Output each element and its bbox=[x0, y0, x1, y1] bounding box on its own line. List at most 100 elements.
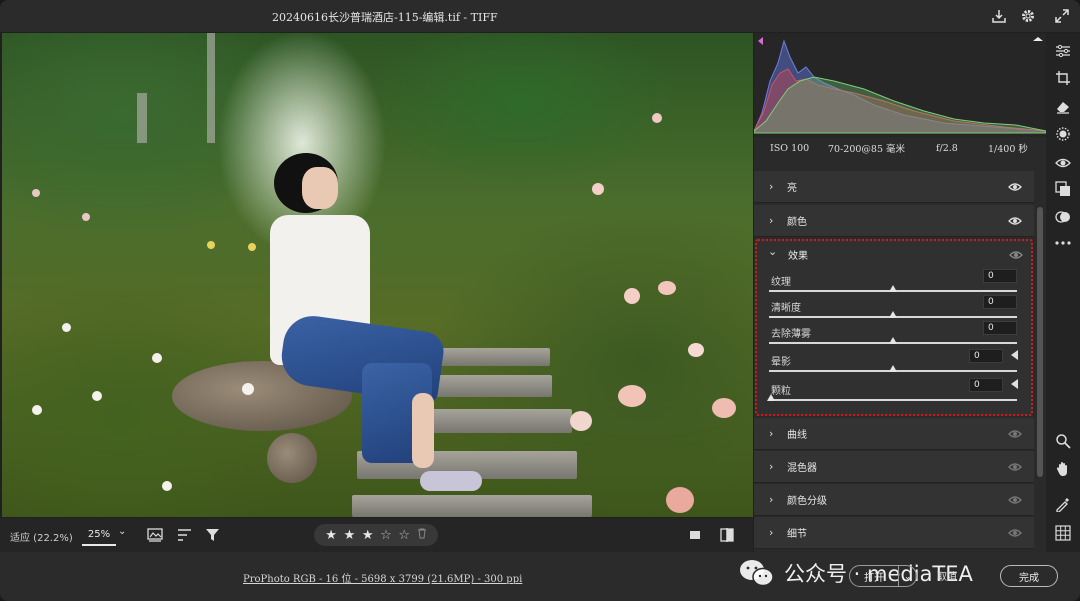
slider-thumb[interactable] bbox=[889, 365, 897, 372]
chevron-right-icon[interactable]: › bbox=[769, 214, 773, 227]
section-label: 效果 bbox=[788, 251, 808, 262]
slider-thumb[interactable] bbox=[889, 337, 897, 344]
gear-icon[interactable] bbox=[1018, 6, 1038, 26]
tree-trunk bbox=[207, 33, 215, 143]
flower bbox=[62, 323, 71, 332]
chevron-down-icon[interactable]: ⌄ bbox=[768, 245, 777, 258]
flower bbox=[152, 353, 162, 363]
expand-icon[interactable] bbox=[1052, 6, 1072, 26]
slider-grain[interactable]: 颗粒 0 bbox=[767, 378, 1021, 408]
eye-icon[interactable] bbox=[1008, 462, 1022, 472]
footer-bar: ProPhoto RGB - 16 位 - 5698 x 3799 (21.6M… bbox=[0, 552, 1080, 601]
scrollbar-thumb[interactable] bbox=[1037, 207, 1043, 477]
section-color[interactable]: › 颜色 bbox=[754, 205, 1034, 237]
edit-sliders-icon[interactable] bbox=[1053, 41, 1073, 61]
slider-dehaze[interactable]: 去除薄雾 0 bbox=[769, 321, 1021, 351]
crop-icon[interactable] bbox=[1053, 68, 1073, 88]
section-mixer[interactable]: › 混色器 bbox=[754, 451, 1034, 483]
snapshots-icon[interactable] bbox=[1053, 207, 1073, 227]
flower bbox=[207, 241, 215, 249]
star-empty-icon[interactable]: ☆ bbox=[398, 528, 410, 543]
slider-value-input[interactable]: 0 bbox=[983, 321, 1017, 335]
section-label: 曲线 bbox=[787, 430, 807, 441]
chevron-right-icon[interactable]: › bbox=[769, 460, 773, 473]
chevron-right-icon[interactable]: › bbox=[769, 427, 773, 440]
done-button[interactable]: 完成 bbox=[1000, 565, 1058, 587]
flower bbox=[592, 183, 604, 195]
exif-lens: 70-200@85 毫米 bbox=[828, 144, 906, 155]
stone-step bbox=[352, 495, 592, 517]
flower bbox=[92, 391, 102, 401]
slider-thumb[interactable] bbox=[889, 285, 897, 292]
raw-editor-window: 20240616长沙普瑞酒店-115-编辑.tif - TIFF 适应 (22.… bbox=[0, 0, 1080, 601]
slider-vignette[interactable]: 晕影 0 bbox=[769, 349, 1021, 379]
slider-value-input[interactable]: 0 bbox=[983, 295, 1017, 309]
zoom-level[interactable]: 25% bbox=[82, 526, 116, 546]
before-after-icon[interactable] bbox=[718, 526, 736, 544]
star-empty-icon[interactable]: ☆ bbox=[380, 528, 392, 543]
star-icon[interactable]: ★ bbox=[325, 528, 337, 543]
eye-icon[interactable] bbox=[1008, 182, 1022, 192]
slider-track[interactable] bbox=[769, 399, 1017, 401]
slider-value-input[interactable]: 0 bbox=[983, 269, 1017, 283]
chevron-right-icon[interactable]: › bbox=[769, 180, 773, 193]
stone-step bbox=[422, 409, 572, 433]
section-detail[interactable]: › 细节 bbox=[754, 517, 1034, 549]
woman-face bbox=[302, 167, 338, 209]
red-eye-icon[interactable] bbox=[1053, 153, 1073, 173]
sort-icon[interactable] bbox=[176, 526, 194, 544]
eye-icon[interactable] bbox=[1009, 250, 1023, 260]
slider-thumb[interactable] bbox=[767, 394, 775, 401]
star-icon[interactable]: ★ bbox=[344, 528, 356, 543]
eye-icon[interactable] bbox=[1008, 495, 1022, 505]
more-icon[interactable] bbox=[1053, 233, 1073, 253]
section-label: 细节 bbox=[787, 529, 807, 540]
slider-label: 去除薄雾 bbox=[771, 329, 811, 340]
slider-value-input[interactable]: 0 bbox=[969, 349, 1003, 363]
woman-shoe bbox=[420, 471, 482, 491]
cancel-button[interactable]: 取消 bbox=[937, 568, 957, 583]
exif-shutter: 1/400 秒 bbox=[988, 144, 1028, 155]
presets-icon[interactable] bbox=[1053, 179, 1073, 199]
eye-icon[interactable] bbox=[1008, 528, 1022, 538]
image-preview-icon[interactable] bbox=[146, 526, 164, 544]
flower bbox=[242, 383, 254, 395]
chevron-right-icon[interactable]: › bbox=[769, 493, 773, 506]
zoom-dropdown-icon[interactable]: ⌄ bbox=[118, 526, 126, 537]
panel-scrollbar[interactable] bbox=[1036, 159, 1044, 552]
save-icon[interactable] bbox=[989, 6, 1009, 26]
section-light[interactable]: › 亮 bbox=[754, 171, 1034, 203]
hand-icon[interactable] bbox=[1053, 459, 1073, 479]
zoom-fit-button[interactable]: 适应 (22.2%) bbox=[10, 529, 73, 544]
stone-step bbox=[432, 375, 552, 397]
expand-triangle-icon[interactable] bbox=[1011, 350, 1018, 360]
section-curve[interactable]: › 曲线 bbox=[754, 418, 1034, 450]
slider-value-input[interactable]: 0 bbox=[969, 378, 1003, 392]
chevron-down-icon[interactable]: ⌄ bbox=[898, 566, 916, 586]
trash-icon[interactable] bbox=[417, 528, 427, 542]
crop-overlay-icon[interactable] bbox=[686, 526, 704, 544]
shadow-clip-icon bbox=[758, 37, 763, 45]
color-sampler-icon[interactable] bbox=[1053, 494, 1073, 514]
eraser-icon[interactable] bbox=[1053, 96, 1073, 116]
histogram bbox=[753, 33, 1047, 137]
open-button-label[interactable]: 打开 bbox=[850, 569, 898, 584]
chevron-right-icon[interactable]: › bbox=[769, 526, 773, 539]
section-effects[interactable]: ⌄ 效果 纹理 0 清晰度 0 去除薄雾 0 晕影 0 颗粒 0 bbox=[755, 239, 1033, 416]
filter-icon[interactable] bbox=[204, 526, 222, 544]
star-icon[interactable]: ★ bbox=[362, 528, 374, 543]
zoom-icon[interactable] bbox=[1053, 431, 1073, 451]
section-color-grading[interactable]: › 颜色分级 bbox=[754, 484, 1034, 516]
grid-icon[interactable] bbox=[1053, 523, 1073, 543]
eye-icon[interactable] bbox=[1008, 429, 1022, 439]
masking-icon[interactable] bbox=[1053, 124, 1073, 144]
exif-info: ISO 100 70-200@85 毫米 f/2.8 1/400 秒 bbox=[754, 137, 1046, 159]
slider-label: 晕影 bbox=[771, 357, 791, 368]
eye-icon[interactable] bbox=[1008, 216, 1022, 226]
slider-thumb[interactable] bbox=[889, 311, 897, 318]
photo-preview[interactable] bbox=[2, 33, 753, 517]
star-rating[interactable]: ★ ★ ★ ☆ ☆ bbox=[314, 524, 438, 546]
expand-triangle-icon[interactable] bbox=[1011, 379, 1018, 389]
open-button[interactable]: 打开 ⌄ bbox=[849, 565, 917, 587]
workflow-options-link[interactable]: ProPhoto RGB - 16 位 - 5698 x 3799 (21.6M… bbox=[243, 570, 522, 585]
